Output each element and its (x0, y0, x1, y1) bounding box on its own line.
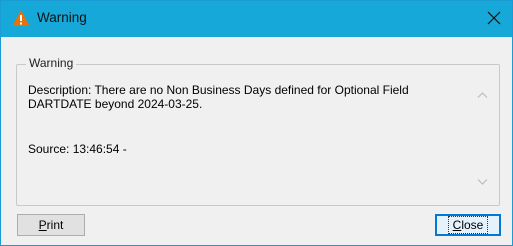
scroll-up-icon[interactable] (477, 91, 488, 99)
scroll-down-icon[interactable] (477, 178, 488, 186)
vertical-scrollbar[interactable] (474, 81, 491, 196)
dialog-title: Warning (37, 10, 87, 25)
source-text: Source: 13:46:54 - (28, 142, 127, 156)
close-button[interactable]: Close (435, 214, 501, 236)
print-mnemonic: P (38, 218, 47, 232)
close-focus-rect: Close (447, 216, 489, 234)
close-icon[interactable] (478, 3, 510, 33)
message-textbox[interactable]: Description: There are no Non Business D… (24, 81, 467, 196)
warning-dialog: Warning Warning Description: There are n… (0, 0, 513, 246)
print-label: rint (46, 218, 64, 232)
groupbox-label: Warning (26, 56, 77, 70)
description-text: Description: There are no Non Business D… (28, 83, 409, 111)
close-label: lose (461, 218, 484, 232)
warning-icon (12, 10, 30, 26)
print-button[interactable]: Print (17, 214, 85, 236)
title-bar[interactable]: Warning (1, 1, 512, 37)
